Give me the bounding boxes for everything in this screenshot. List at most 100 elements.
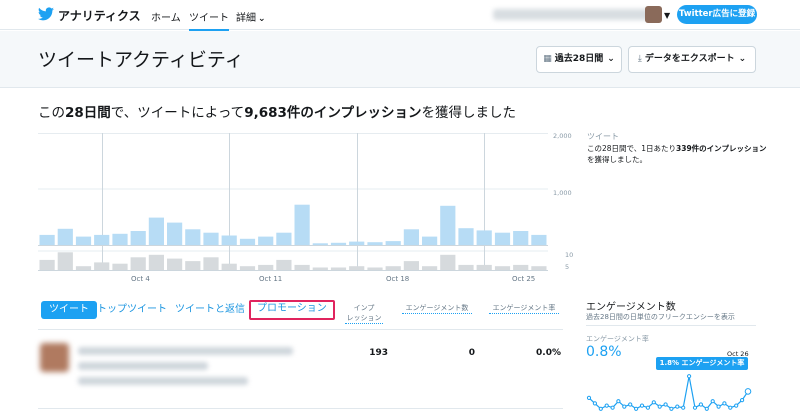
chart-bar-secondary: [57, 252, 73, 270]
chevron-down-icon: ⌄: [258, 14, 266, 24]
nav-more-label: 詳細: [236, 13, 256, 24]
chart-bar-secondary: [130, 257, 146, 270]
engagement-rate-point: [675, 404, 680, 409]
x-tick-label: Oct 11: [259, 275, 283, 283]
chart-bar: [349, 241, 365, 245]
side-title: ツイート: [587, 132, 619, 141]
nav-more[interactable]: 詳細 ⌄: [236, 9, 266, 24]
brand-title[interactable]: アナリティクス: [58, 7, 141, 24]
chart-bar: [403, 229, 419, 245]
chart-bar: [422, 236, 438, 245]
chart-bar: [203, 232, 219, 245]
engagement-rate-point: [663, 402, 668, 407]
chart-bar-secondary: [294, 264, 310, 270]
calendar-icon: ▦: [543, 54, 552, 64]
chart-bar-secondary: [258, 264, 274, 270]
side-desc-suffix: を獲得しました。: [587, 155, 647, 164]
chart-bar-secondary: [349, 266, 365, 270]
chart-bar: [39, 234, 55, 245]
nav-tweets[interactable]: ツイート: [189, 9, 229, 31]
engagement-rate-point: [728, 405, 733, 410]
chart-bar-secondary: [385, 266, 401, 270]
nav-home[interactable]: ホーム: [151, 9, 181, 24]
chart-bar-secondary: [75, 266, 92, 270]
engagement-subtitle: 過去28日間の日単位のフリークエンシーを表示: [586, 313, 735, 321]
tab-tweets-and-replies[interactable]: ツイートと返信: [175, 301, 245, 319]
engagement-rate-value: 0.8%: [586, 344, 622, 360]
column-header-engagement-rate[interactable]: エンゲージメント率: [489, 303, 559, 314]
engagement-rate-point: [716, 404, 721, 409]
tweet-text-line: [78, 377, 248, 385]
engagement-rate-point: [734, 403, 739, 408]
engagement-rate-point: [740, 398, 745, 403]
engagement-rate-point: [586, 395, 592, 400]
impressions-summary: この28日間で、ツイートによって9,683件のインプレッションを獲得しました: [38, 101, 516, 121]
engagement-rate-point: [622, 404, 627, 409]
summary-prefix: この: [38, 105, 65, 121]
chart-bar-secondary: [494, 266, 511, 270]
chart-bar-secondary: [167, 258, 183, 270]
export-data-button[interactable]: ⤓ データをエクスポート ⌄: [628, 46, 756, 73]
engagement-rate-point: [657, 404, 662, 409]
impressions-chart: 2,000 1,000 10 5 Oct 4 Oct 11 Oct 18 Oct…: [38, 132, 573, 288]
tab-top-tweets[interactable]: トップツイート: [97, 301, 167, 319]
chevron-down-icon: ⌄: [738, 54, 747, 64]
y-tick-label: 10: [565, 251, 574, 259]
export-label: データをエクスポート: [644, 54, 735, 64]
chart-bar-secondary: [221, 263, 237, 270]
chart-bar: [294, 204, 310, 245]
account-name: [493, 9, 653, 20]
y-tick-label: 1,000: [553, 189, 572, 197]
chart-bar-secondary: [312, 267, 328, 270]
chart-bar: [185, 229, 201, 245]
side-desc-prefix: この28日間で、1日あたり: [587, 144, 677, 153]
chart-bar: [476, 230, 492, 245]
engagement-rate-point: [687, 374, 692, 379]
twitter-ads-signup-button[interactable]: Twitter広告に登録: [677, 5, 757, 24]
chart-bar: [330, 242, 347, 245]
tab-tweets[interactable]: ツイート: [41, 301, 97, 319]
chart-bar: [94, 234, 110, 245]
tweet-text-line: [78, 347, 293, 355]
divider: [586, 325, 756, 326]
x-tick-label: Oct 25: [512, 275, 536, 283]
tab-promotions[interactable]: プロモーション: [249, 300, 335, 320]
chart-bar-secondary: [330, 267, 347, 270]
chart-bar: [312, 243, 328, 245]
chart-bar-secondary: [185, 261, 201, 270]
twitter-bird-icon[interactable]: [38, 7, 54, 21]
column-header-impressions[interactable]: インプ レッション: [345, 303, 383, 324]
engagement-title: エンゲージメント数: [586, 302, 676, 313]
chart-bar-secondary: [203, 257, 219, 270]
side-description: この28日間で、1日あたり339件のインプレッションを獲得しました。: [587, 143, 767, 165]
chart-bar-secondary: [367, 267, 383, 270]
chevron-down-icon[interactable]: ▼: [664, 11, 670, 20]
chart-bar: [513, 231, 529, 245]
y-tick-label: 2,000: [553, 132, 572, 140]
impressions-chart-svg: [38, 133, 548, 271]
chart-bar: [167, 222, 183, 245]
engagement-rate-point: [710, 399, 715, 404]
engagement-rate-point: [628, 402, 633, 407]
tweet-text-line: [78, 362, 208, 370]
column-header-engagements[interactable]: エンゲージメント数: [402, 303, 472, 314]
engagement-rate-point: [744, 388, 752, 395]
engagement-rate-label: エンゲージメント率: [586, 335, 649, 343]
period-label: 過去28日間: [554, 54, 604, 64]
summary-suffix: を獲得しました: [421, 105, 516, 121]
chart-bar: [531, 234, 547, 245]
period-dropdown-button[interactable]: ▦ 過去28日間 ⌄: [536, 46, 622, 73]
page-header: ツイートアクティビティ ▦ 過去28日間 ⌄ ⤓ データをエクスポート ⌄: [0, 31, 800, 88]
divider: [38, 329, 563, 330]
chart-bar-secondary: [458, 264, 474, 270]
avatar[interactable]: [645, 6, 662, 23]
row-engagement-rate: 0.0%: [536, 348, 561, 358]
chart-bar: [57, 228, 73, 245]
side-desc-bold: 339件のインプレッション: [676, 144, 767, 153]
top-navigation: アナリティクス ホーム ツイート 詳細 ⌄ ▼ Twitter広告に登録: [0, 0, 800, 31]
engagement-rate-point: [698, 402, 704, 407]
chart-bar-secondary: [531, 266, 547, 270]
chart-bar: [239, 238, 256, 245]
engagement-rate-point: [598, 406, 603, 411]
chart-bar-secondary: [94, 262, 110, 270]
